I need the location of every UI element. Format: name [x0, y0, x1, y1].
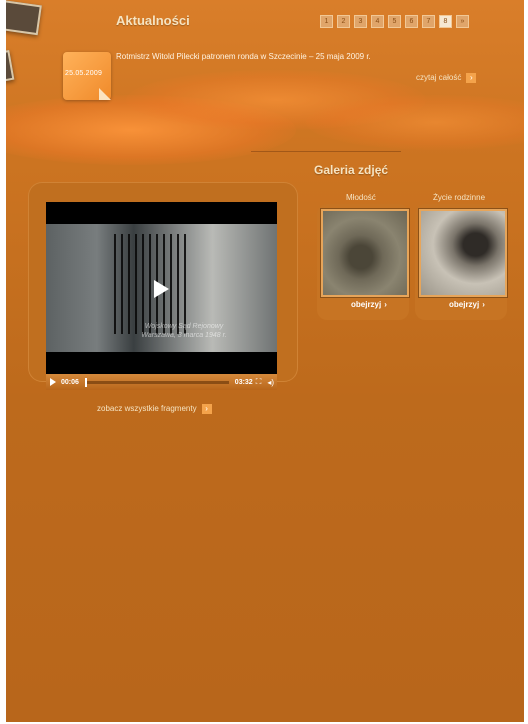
video-caption-line1: Wojskowy Sąd Rejonowy: [144, 323, 224, 330]
section-divider: [251, 151, 401, 152]
news-date: 25.05.2009: [65, 70, 103, 77]
video-scene-gate: [114, 234, 186, 334]
news-pager: 1 2 3 4 5 6 7 8 »: [320, 15, 469, 28]
view-youth-button[interactable]: obejrzyj ›: [351, 300, 387, 309]
volume-icon[interactable]: ◂): [267, 378, 274, 387]
seek-handle[interactable]: [84, 377, 87, 387]
seek-bar[interactable]: [84, 377, 229, 387]
video-screen[interactable]: Wojskowy Sąd Rejonowy Warszawa, 3 marca …: [46, 224, 277, 352]
time-total: 03:32: [234, 378, 253, 386]
gallery-photo-youth[interactable]: [321, 209, 409, 297]
decor-photo: [6, 49, 15, 85]
video-player[interactable]: Wojskowy Sąd Rejonowy Warszawa, 3 marca …: [46, 202, 277, 390]
gallery-label-youth: Młodość: [346, 193, 376, 202]
pager-page-1[interactable]: 1: [320, 15, 333, 28]
see-all-label: zobacz wszystkie fragmenty: [97, 404, 197, 414]
pager-page-7[interactable]: 7: [422, 15, 435, 28]
pager-page-4[interactable]: 4: [371, 15, 384, 28]
gallery-title: Galeria zdjęć: [314, 163, 389, 177]
decor-photo: [6, 0, 42, 36]
news-date-badge: 25.05.2009: [63, 52, 111, 100]
time-current: 00:06: [61, 378, 79, 386]
page-container: Aktualności 1 2 3 4 5 6 7 8 » 25.05.2009…: [6, 0, 524, 722]
page-fold-decor: [99, 88, 111, 100]
news-headline-link[interactable]: Rotmistrz Witold Pilecki patronem ronda …: [116, 52, 371, 61]
read-more-label: czytaj całość: [416, 73, 462, 83]
pager-page-5[interactable]: 5: [388, 15, 401, 28]
pager-page-6[interactable]: 6: [405, 15, 418, 28]
decor-brush-stroke: [306, 95, 524, 150]
chevron-right-icon: ›: [201, 404, 212, 414]
news-title: Aktualności: [116, 13, 190, 28]
play-icon[interactable]: [154, 280, 169, 298]
view-family-label: obejrzyj: [449, 300, 480, 309]
view-youth-label: obejrzyj: [351, 300, 382, 309]
video-caption: Wojskowy Sąd Rejonowy Warszawa, 3 marca …: [134, 322, 234, 340]
chevron-right-icon: ›: [466, 73, 477, 83]
play-icon[interactable]: [50, 378, 56, 386]
pager-page-8[interactable]: 8: [439, 15, 452, 28]
see-all-fragments-link[interactable]: zobacz wszystkie fragmenty ›: [97, 404, 212, 414]
video-caption-line2: Warszawa, 3 marca 1948 r.: [141, 332, 227, 339]
pager-page-3[interactable]: 3: [354, 15, 367, 28]
chevron-right-icon: ›: [482, 300, 485, 309]
chevron-right-icon: ›: [384, 300, 387, 309]
fullscreen-icon[interactable]: ⛶: [256, 377, 262, 387]
read-more-link[interactable]: czytaj całość ›: [416, 73, 477, 83]
gallery-photo-family[interactable]: [419, 209, 507, 297]
pager-page-2[interactable]: 2: [337, 15, 350, 28]
view-family-button[interactable]: obejrzyj ›: [449, 300, 485, 309]
pager-next[interactable]: »: [456, 15, 469, 28]
video-controls: 00:06 03:32 ⛶ ◂): [46, 374, 277, 390]
gallery-label-family: Życie rodzinne: [433, 193, 486, 202]
